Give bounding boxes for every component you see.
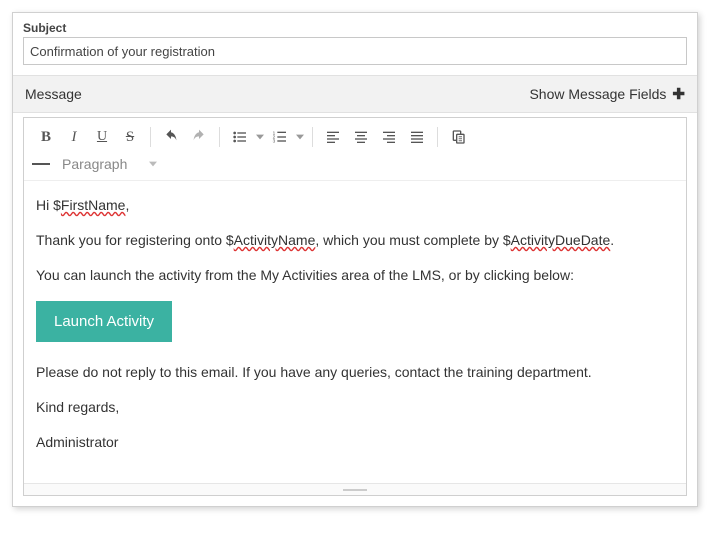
greeting-line: Hi $FirstName, [36, 195, 674, 216]
align-right-button[interactable] [375, 124, 403, 150]
bullet-list-dropdown[interactable] [254, 124, 266, 150]
align-left-button[interactable] [319, 124, 347, 150]
redo-icon [191, 129, 207, 145]
grip-icon [343, 489, 367, 491]
message-label: Message [25, 86, 82, 102]
align-right-icon [381, 129, 397, 145]
align-justify-icon [409, 129, 425, 145]
paragraph-format-label: Paragraph [62, 156, 127, 172]
align-center-button[interactable] [347, 124, 375, 150]
numbered-list-dropdown[interactable] [294, 124, 306, 150]
chevron-down-icon [256, 133, 264, 141]
activityduedate-token: ActivityDueDate [511, 232, 611, 248]
italic-button[interactable]: I [60, 124, 88, 150]
resize-handle[interactable] [24, 483, 686, 495]
subject-section: Subject [13, 13, 697, 75]
chevron-down-icon [296, 133, 304, 141]
subject-label: Subject [23, 21, 687, 35]
bullet-list-button[interactable] [226, 124, 254, 150]
message-header: Message Show Message Fields ✚ [13, 75, 697, 113]
email-template-panel: Subject Message Show Message Fields ✚ B … [12, 12, 698, 507]
underline-button[interactable]: U [88, 124, 116, 150]
firstname-token: FirstName [61, 197, 126, 213]
undo-icon [163, 129, 179, 145]
show-message-fields-button[interactable]: Show Message Fields ✚ [529, 85, 685, 103]
launch-instructions: You can launch the activity from the My … [36, 265, 674, 286]
launch-activity-button[interactable]: Launch Activity [36, 301, 172, 342]
editor-box: B I U S 123 [23, 117, 687, 496]
editor-wrap: B I U S 123 [13, 113, 697, 506]
align-justify-button[interactable] [403, 124, 431, 150]
svg-text:3: 3 [273, 138, 276, 143]
paste-icon [450, 129, 466, 145]
horizontal-rule-icon [32, 163, 50, 165]
separator [219, 127, 220, 147]
toolbar-row-1: B I U S 123 [24, 118, 686, 152]
editor-content[interactable]: Hi $FirstName, Thank you for registering… [24, 181, 686, 483]
undo-button[interactable] [157, 124, 185, 150]
registration-paragraph: Thank you for registering onto $Activity… [36, 230, 674, 251]
activityname-token: ActivityName [234, 232, 316, 248]
plus-icon: ✚ [672, 85, 685, 103]
signature-line: Administrator [36, 432, 674, 453]
paste-button[interactable] [444, 124, 472, 150]
toolbar-row-2: Paragraph [24, 152, 686, 181]
separator [312, 127, 313, 147]
subject-input[interactable] [23, 37, 687, 65]
numbered-list-icon: 123 [272, 129, 288, 145]
redo-button[interactable] [185, 124, 213, 150]
align-center-icon [353, 129, 369, 145]
bold-button[interactable]: B [32, 124, 60, 150]
separator [437, 127, 438, 147]
show-message-fields-label: Show Message Fields [529, 86, 666, 102]
horizontal-rule-button[interactable] [32, 163, 52, 166]
no-reply-paragraph: Please do not reply to this email. If yo… [36, 362, 674, 383]
regards-line: Kind regards, [36, 397, 674, 418]
numbered-list-button[interactable]: 123 [266, 124, 294, 150]
chevron-down-icon [149, 160, 157, 168]
paragraph-format-dropdown[interactable]: Paragraph [62, 156, 157, 172]
bullet-list-icon [232, 129, 248, 145]
separator [150, 127, 151, 147]
strikethrough-button[interactable]: S [116, 124, 144, 150]
align-left-icon [325, 129, 341, 145]
button-paragraph: Launch Activity [36, 300, 674, 348]
